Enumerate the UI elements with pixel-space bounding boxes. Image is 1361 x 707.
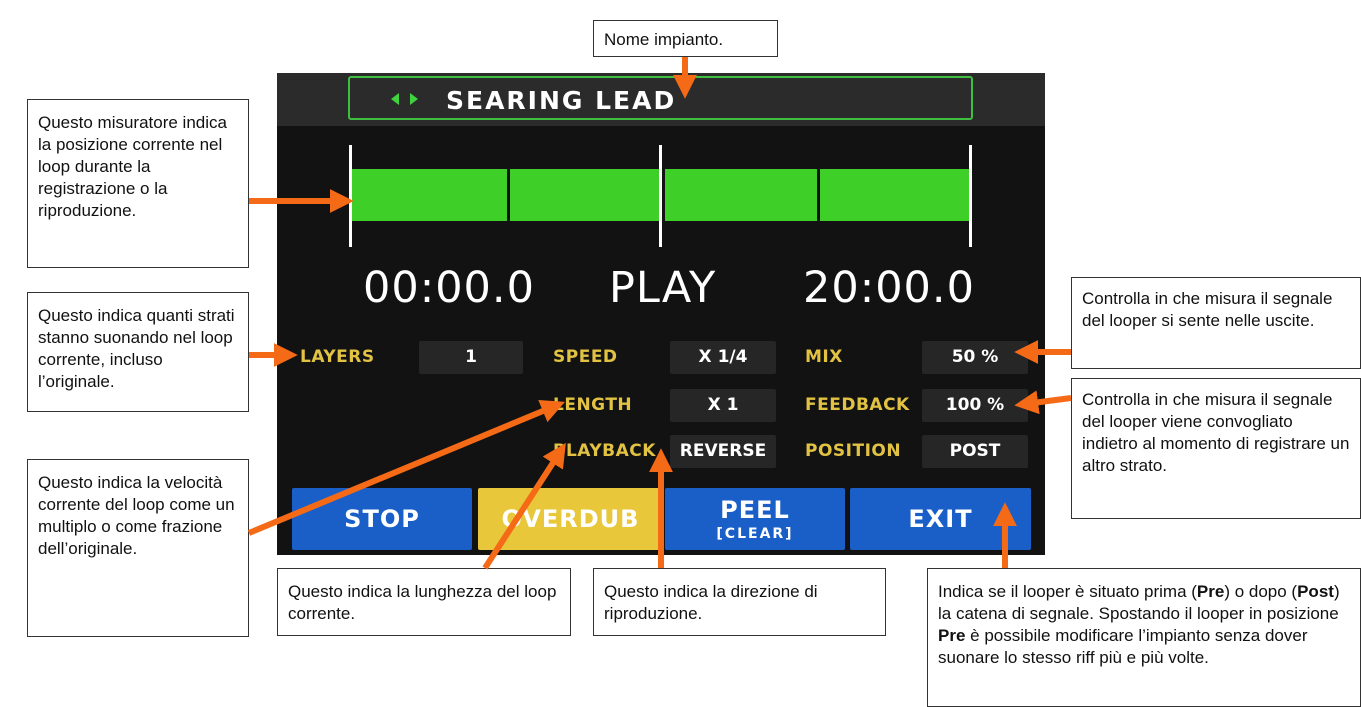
arrow-length xyxy=(482,442,566,570)
annotation-arrows xyxy=(247,57,1072,570)
arrow-feedback xyxy=(1014,390,1072,415)
arrow-speed xyxy=(247,399,565,536)
